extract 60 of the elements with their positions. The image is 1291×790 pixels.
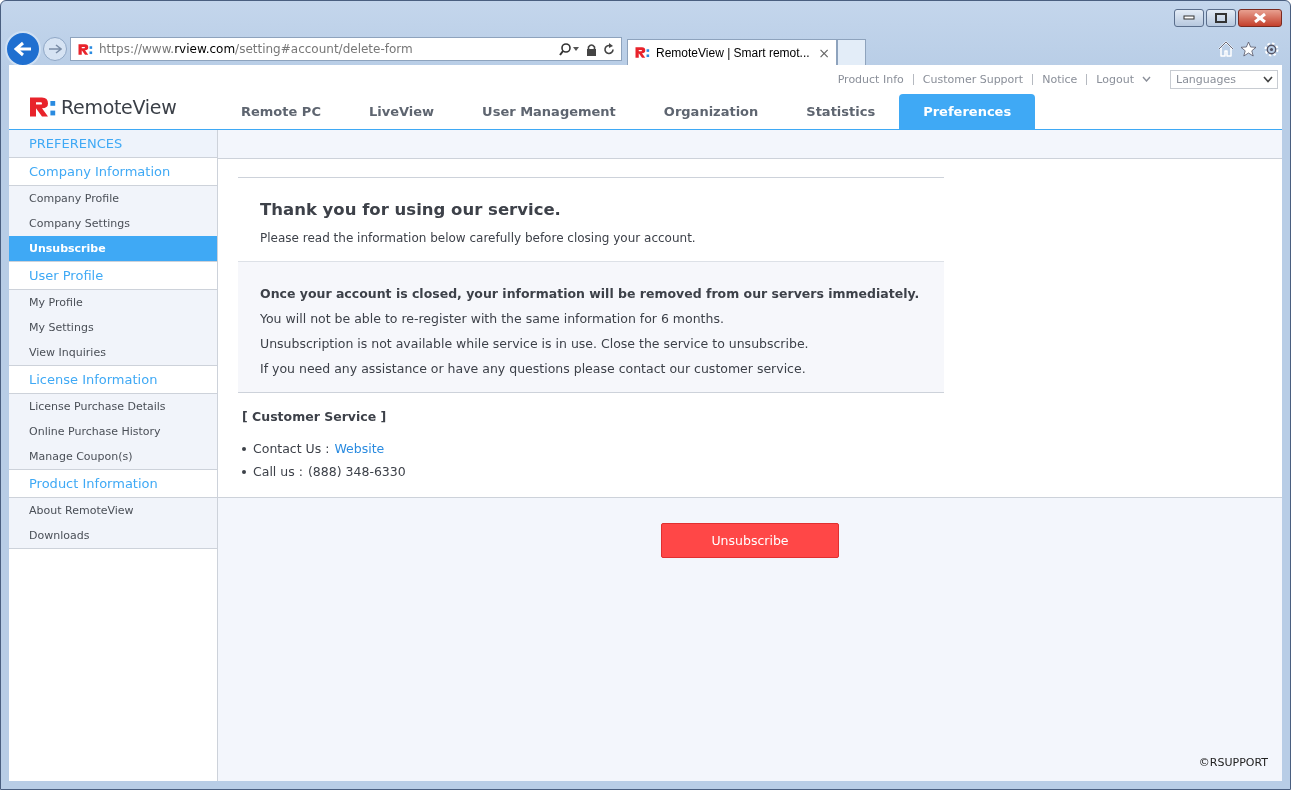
- bullet-icon: [242, 446, 246, 451]
- notice-text: Unsubscription is not available while service is in use. Close the service to unsubscribe.: [260, 336, 810, 351]
- header-link[interactable]: Product Info: [828, 73, 913, 85]
- logo-icon: [634, 46, 650, 59]
- sidebar-item[interactable]: License Purchase Details: [9, 394, 217, 419]
- unsubscribe-button[interactable]: Unsubscribe: [661, 523, 839, 558]
- sidebar-item[interactable]: Downloads: [9, 523, 217, 548]
- arrow-right-icon: [48, 43, 62, 55]
- close-button[interactable]: [1238, 9, 1282, 27]
- maximize-button[interactable]: [1206, 9, 1236, 27]
- header-link[interactable]: Customer Support: [912, 73, 1033, 85]
- settings-icon[interactable]: [1263, 40, 1280, 58]
- sidebar-item[interactable]: Online Purchase History: [9, 419, 217, 444]
- back-button[interactable]: [5, 31, 41, 67]
- minimize-button[interactable]: [1174, 9, 1204, 27]
- copyright-text: ©RSUPPORT: [1198, 756, 1268, 769]
- sidebar-title: PREFERENCES: [9, 130, 217, 158]
- nav-tab[interactable]: User Management: [458, 94, 640, 129]
- chevron-down-icon: [1263, 75, 1273, 83]
- browser-tab[interactable]: RemoteView | Smart remot... ×: [627, 39, 837, 65]
- star-icon[interactable]: [1240, 41, 1257, 57]
- chevron-down-icon: [1142, 76, 1151, 82]
- sidebar-item[interactable]: About RemoteView: [9, 498, 217, 523]
- sidebar-item[interactable]: Manage Coupon(s): [9, 444, 217, 469]
- close-icon: [1253, 13, 1267, 23]
- website-link[interactable]: Website: [334, 441, 385, 456]
- logo-icon: [27, 95, 57, 119]
- nav-tab[interactable]: Statistics: [782, 94, 900, 129]
- notice-text: If you need any assistance or have any questions please contact our customer service.: [260, 361, 807, 376]
- intro-text: Please read the information below carefully before closing your account.: [259, 230, 697, 247]
- sidebar-item[interactable]: View Inquiries: [9, 340, 217, 365]
- notice-text: You will not be able to re-register with the same information for 6 months.: [260, 311, 725, 326]
- page-heading: Thank you for using our service.: [259, 199, 562, 219]
- search-icon[interactable]: [558, 42, 580, 56]
- maximize-icon: [1215, 13, 1227, 23]
- sidebar-item[interactable]: My Settings: [9, 315, 217, 340]
- customer-service-title: [ Customer Service ]: [242, 409, 388, 424]
- arrow-left-icon: [14, 41, 32, 57]
- logo-text: RemoteView: [61, 96, 177, 118]
- language-select[interactable]: Languages: [1170, 69, 1278, 89]
- lock-icon[interactable]: [586, 42, 597, 56]
- sidebar-item[interactable]: My Profile: [9, 290, 217, 315]
- tab-close-button[interactable]: ×: [818, 45, 830, 60]
- home-icon[interactable]: [1218, 41, 1234, 57]
- call-label: Call us :: [253, 464, 303, 479]
- refresh-icon[interactable]: [603, 42, 615, 56]
- bullet-icon: [242, 469, 246, 474]
- phone-number: (888) 348-6330: [307, 464, 406, 479]
- logout-menu[interactable]: Logout: [1086, 73, 1160, 85]
- notice-lead: Once your account is closed, your information will be removed from our servers immediately.: [260, 286, 921, 301]
- header-link[interactable]: Notice: [1032, 73, 1087, 85]
- address-field[interactable]: https://www.rview.com/setting#account/delete-form: [70, 37, 622, 61]
- nav-tab[interactable]: Remote PC: [217, 94, 345, 129]
- sidebar-item[interactable]: Company Settings: [9, 211, 217, 236]
- logo-icon: [77, 42, 93, 56]
- contact-label: Contact Us :: [253, 441, 330, 456]
- nav-tab[interactable]: LiveView: [344, 94, 459, 129]
- sidebar-item[interactable]: Company Profile: [9, 186, 217, 211]
- nav-tab[interactable]: Organization: [639, 94, 783, 129]
- minimize-icon: [1183, 15, 1195, 21]
